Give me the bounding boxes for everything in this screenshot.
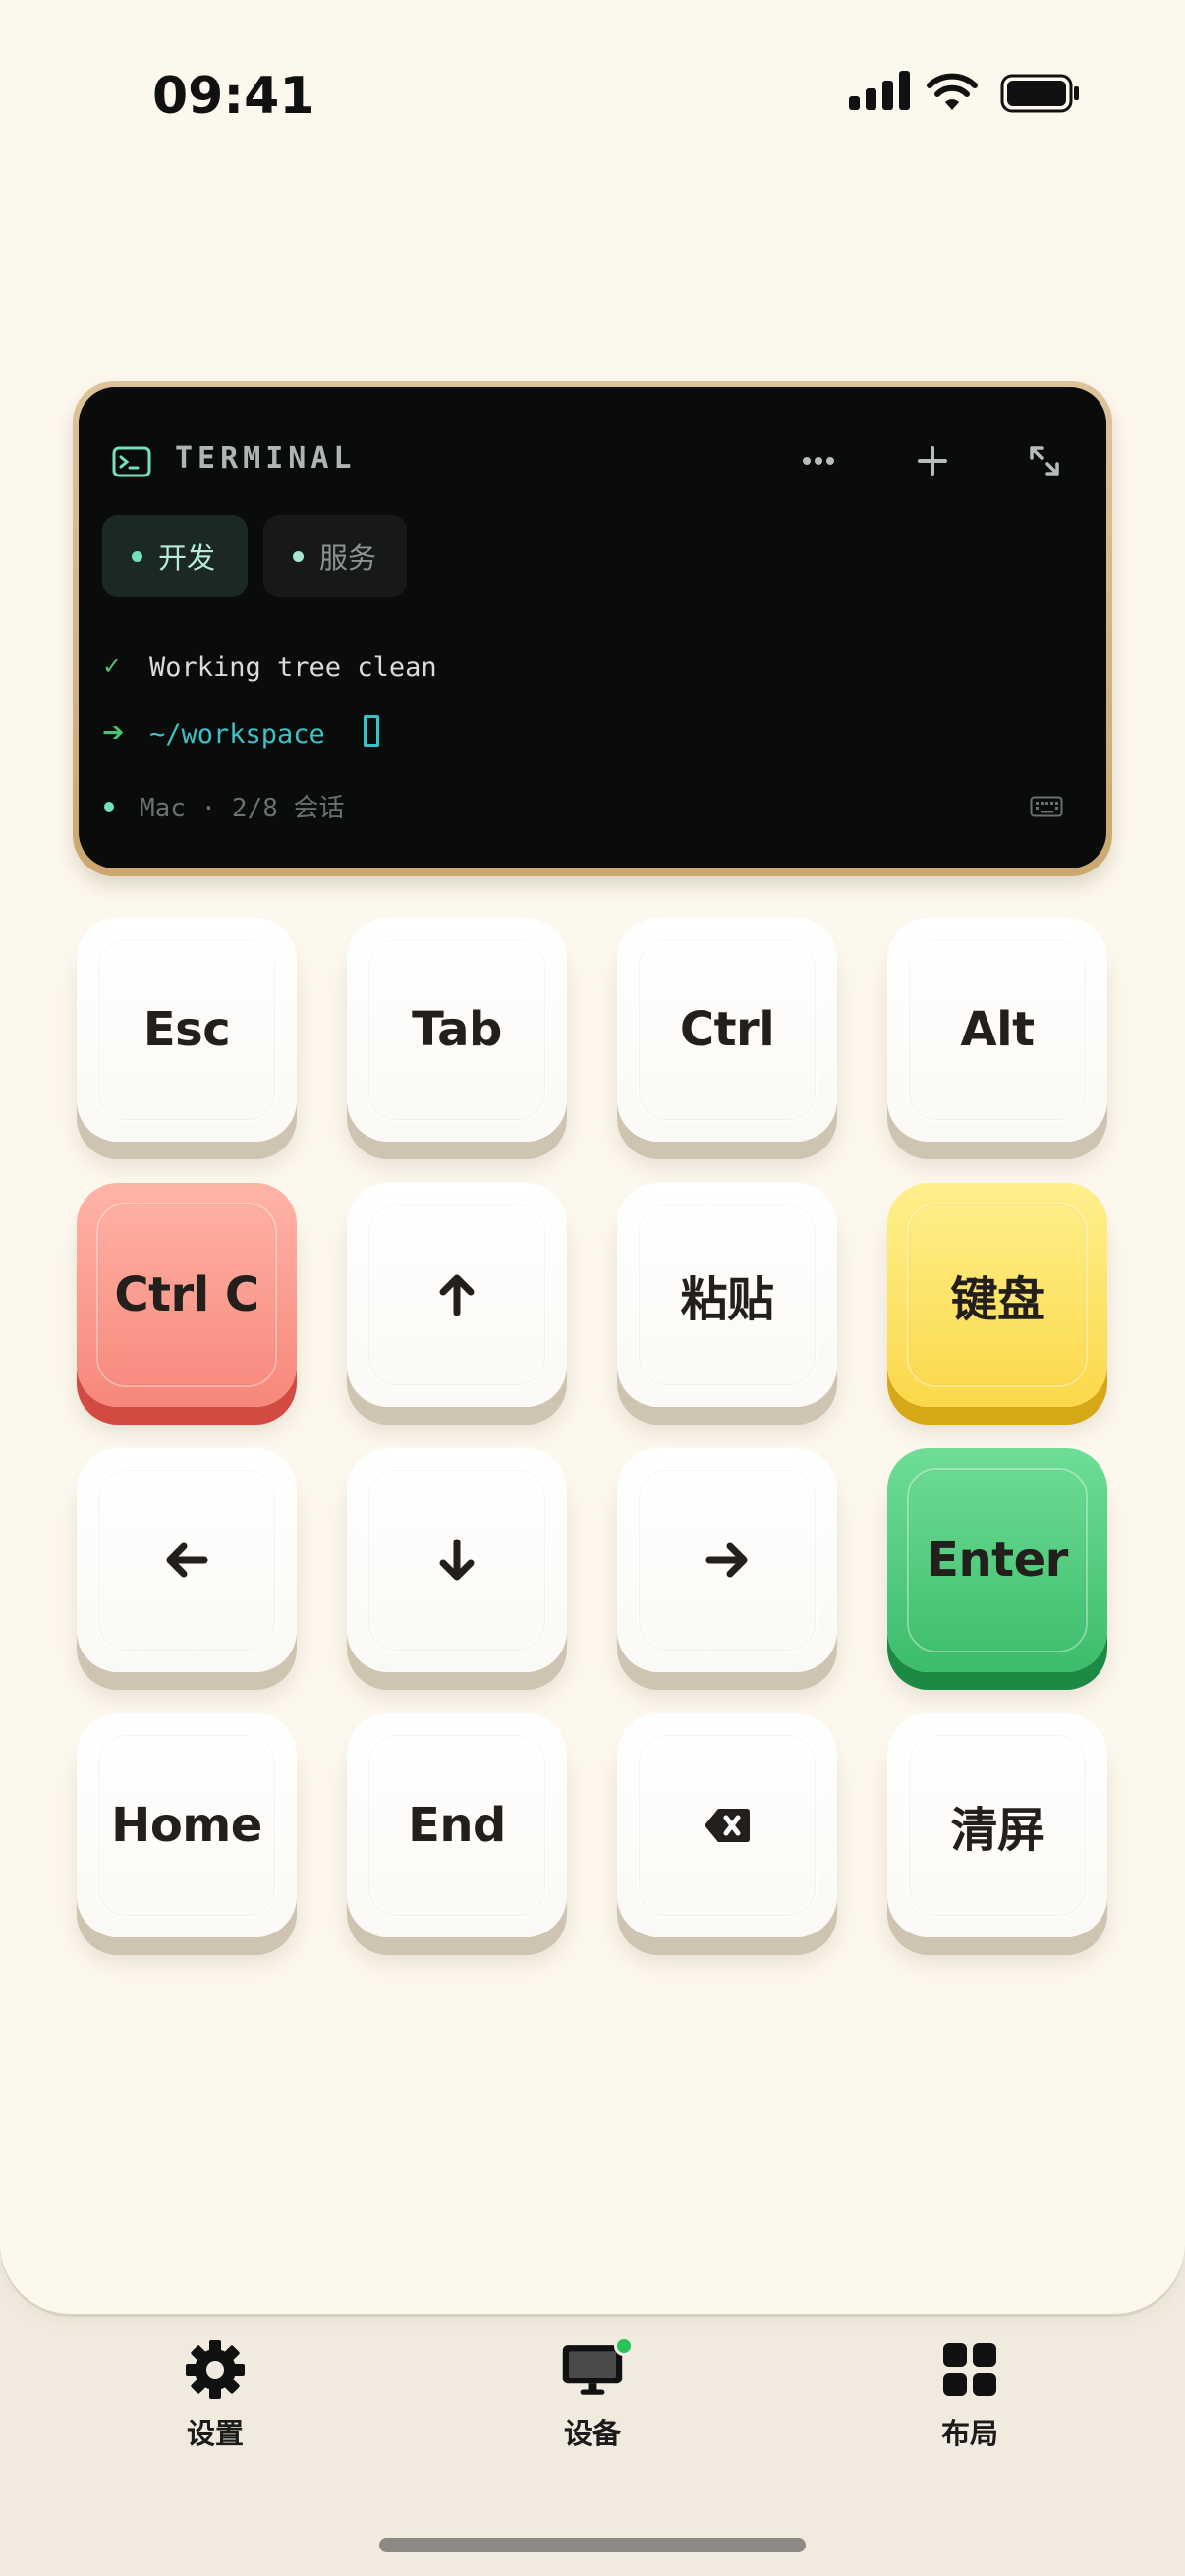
key-arrow-up[interactable] (347, 1183, 567, 1407)
keyboard-icon[interactable] (1030, 796, 1063, 817)
wifi-icon (927, 73, 978, 110)
tab-dev[interactable]: 开发 (102, 515, 248, 597)
key-home[interactable]: Home (77, 1713, 297, 1937)
key-arrow-right[interactable] (617, 1448, 837, 1672)
key-label: Ctrl C (114, 1267, 259, 1322)
key-end[interactable]: End (347, 1713, 567, 1937)
tab-status-dot (293, 550, 304, 562)
home-indicator[interactable] (379, 2538, 806, 2552)
key-paste[interactable]: 粘贴 (617, 1183, 837, 1407)
backspace-icon (705, 1809, 750, 1842)
expand-button[interactable] (1018, 434, 1071, 487)
nav-layout[interactable]: 布局 (872, 2338, 1068, 2466)
key-ctrl[interactable]: Ctrl (617, 918, 837, 1142)
terminal-title: TERMINAL (175, 441, 357, 476)
tab-status-dot (132, 550, 142, 562)
key-label: Esc (142, 1002, 231, 1057)
nav-settings[interactable]: 设置 (117, 2338, 313, 2466)
gear-icon (184, 2338, 247, 2401)
success-check-icon: ✓ (102, 652, 123, 680)
key-label: Home (111, 1798, 262, 1853)
key-label: Enter (927, 1533, 1068, 1588)
text-cursor (364, 715, 379, 747)
add-tab-button[interactable] (906, 434, 959, 487)
key-label: 键盘 (950, 1272, 1044, 1327)
online-status-dot (614, 2336, 634, 2356)
prompt-arrow-icon: ➔ (102, 717, 125, 748)
connection-status-dot (104, 802, 114, 812)
tab-label: 服务 (319, 541, 377, 575)
key-label: Alt (960, 1002, 1035, 1057)
key-esc[interactable]: Esc (77, 918, 297, 1142)
key-label: 粘贴 (680, 1272, 774, 1327)
key-label: End (408, 1798, 506, 1853)
arrow-right-icon (705, 1542, 748, 1578)
nav-label: 布局 (940, 2417, 998, 2450)
monitor-icon (561, 2336, 634, 2401)
status-time: 09:41 (152, 67, 315, 126)
arrow-down-icon (439, 1539, 475, 1581)
output-line: Working tree clean (149, 652, 437, 683)
session-info: Mac · 2/8 会话 (140, 794, 345, 823)
grid-icon (938, 2338, 1001, 2401)
status-icons (847, 71, 1083, 120)
key-alt[interactable]: Alt (887, 918, 1107, 1142)
key-label: 清屏 (950, 1803, 1044, 1858)
key-backspace[interactable] (617, 1713, 837, 1937)
more-button[interactable] (792, 434, 845, 487)
terminal-card: TERMINAL 开发 服务 ✓ Working tree clean ➔ ~/… (73, 381, 1112, 876)
nav-label: 设备 (563, 2417, 621, 2450)
nav-devices[interactable]: 设备 (494, 2336, 691, 2466)
tab-service[interactable]: 服务 (263, 515, 407, 597)
nav-label: 设置 (186, 2417, 244, 2450)
terminal-icon (112, 446, 151, 477)
key-ctrl-c[interactable]: Ctrl C (77, 1183, 297, 1407)
arrow-up-icon (439, 1274, 475, 1316)
key-arrow-left[interactable] (77, 1448, 297, 1672)
app-screen: 09:41 TERMINAL 开发 服务 ✓ Working tree clea… (0, 0, 1185, 2576)
key-tab[interactable]: Tab (347, 918, 567, 1142)
arrow-left-icon (166, 1542, 208, 1578)
battery-icon (1000, 74, 1079, 113)
key-enter[interactable]: Enter (887, 1448, 1107, 1672)
key-arrow-down[interactable] (347, 1448, 567, 1672)
terminal-window[interactable]: TERMINAL 开发 服务 ✓ Working tree clean ➔ ~/… (79, 387, 1106, 868)
main-sheet (0, 0, 1185, 2314)
key-label: Tab (412, 1002, 502, 1057)
key-clear-screen[interactable]: 清屏 (887, 1713, 1107, 1937)
ellipsis-icon (803, 457, 834, 465)
expand-icon (1030, 446, 1059, 476)
key-label: Ctrl (679, 1002, 775, 1057)
key-keyboard[interactable]: 键盘 (887, 1183, 1107, 1407)
tab-label: 开发 (158, 541, 216, 575)
plus-icon (918, 446, 947, 476)
prompt-path: ~/workspace (149, 719, 325, 750)
